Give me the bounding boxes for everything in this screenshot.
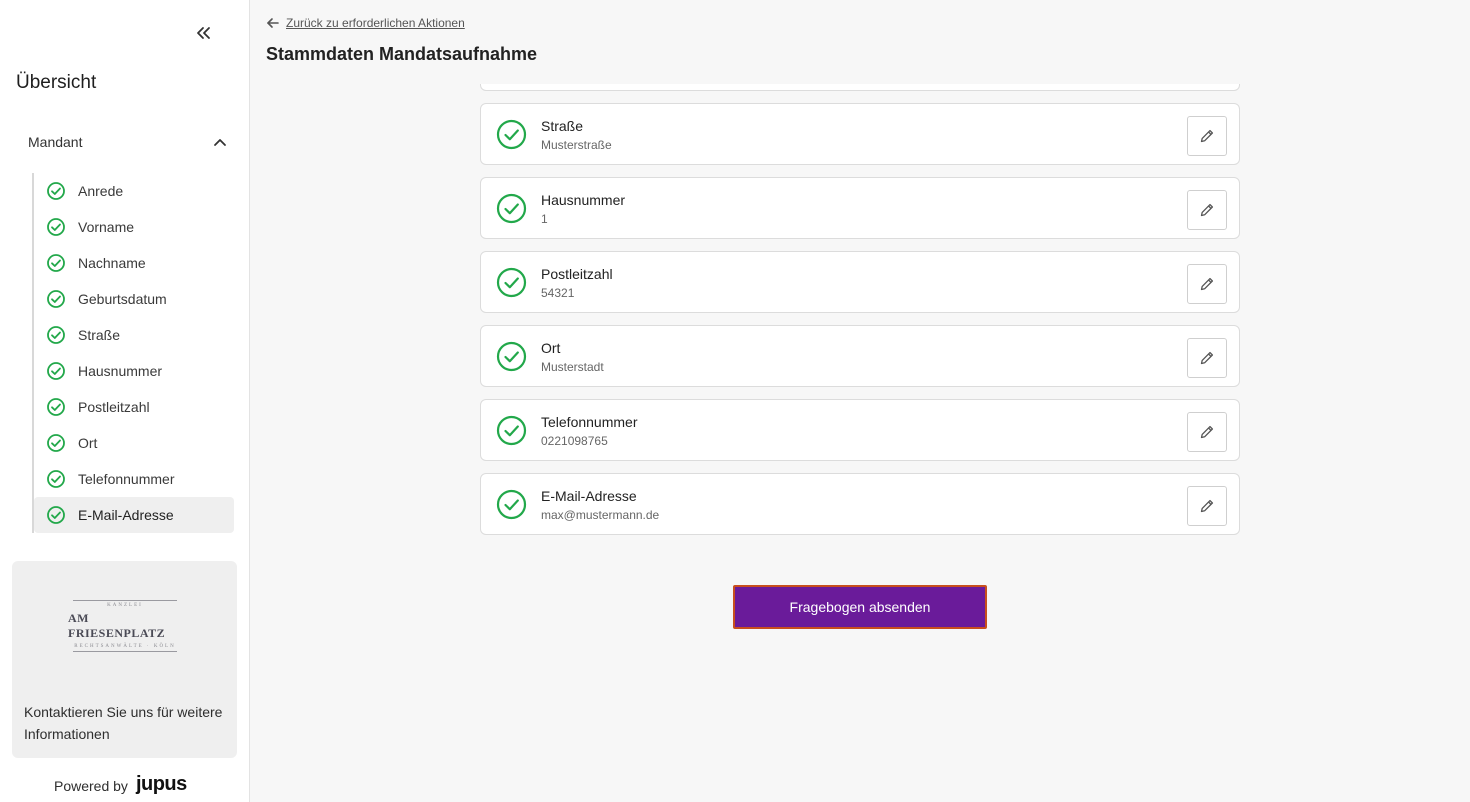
check-circle-icon — [46, 505, 66, 525]
sidebar-item-label: Postleitzahl — [78, 399, 150, 415]
sidebar-item-label: Telefonnummer — [78, 471, 175, 487]
sidebar-item[interactable]: Vorname — [34, 209, 234, 245]
check-circle-icon — [46, 253, 66, 273]
pencil-icon — [1199, 128, 1215, 144]
check-circle-icon — [46, 433, 66, 453]
field-value: Musterstraße — [541, 138, 612, 152]
powered-by: Powered by jupus — [54, 773, 187, 797]
field-card: Hausnummer 1 — [480, 177, 1240, 239]
field-value: 0221098765 — [541, 434, 608, 448]
collapse-sidebar-button[interactable] — [192, 22, 214, 44]
field-value: max@mustermann.de — [541, 508, 660, 522]
field-value: 54321 — [541, 286, 575, 300]
field-card: E-Mail-Adresse max@mustermann.de — [480, 473, 1240, 535]
sidebar-item-label: Hausnummer — [78, 363, 163, 379]
check-circle-icon — [46, 397, 66, 417]
sidebar-item[interactable]: E-Mail-Adresse — [34, 497, 234, 533]
overview-title: Übersicht — [16, 72, 97, 93]
contact-card: KANZLEI AM FRIESENPLATZ RECHTSANWÄLTE · … — [12, 561, 237, 758]
contact-text: Kontaktieren Sie uns für weitere Informa… — [24, 704, 223, 742]
field-label: E-Mail-Adresse — [541, 488, 637, 504]
sidebar-item[interactable]: Telefonnummer — [34, 461, 234, 497]
sidebar-nav: Anrede Vorname Nachname Geburtsdatum Straße H… — [32, 173, 234, 533]
edit-button[interactable] — [1187, 190, 1227, 230]
sidebar-item[interactable]: Hausnummer — [34, 353, 234, 389]
sidebar-item[interactable]: Ort — [34, 425, 234, 461]
sidebar-item-label: Anrede — [78, 183, 124, 199]
check-circle-icon — [46, 217, 66, 237]
sidebar-item-label: E-Mail-Adresse — [78, 507, 174, 523]
pencil-icon — [1199, 350, 1215, 366]
sidebar-item-label: Vorname — [78, 219, 135, 235]
edit-button[interactable] — [1187, 264, 1227, 304]
check-circle-icon — [496, 415, 527, 446]
edit-button[interactable] — [1187, 116, 1227, 156]
field-card-partial — [480, 84, 1240, 91]
check-circle-icon — [496, 341, 527, 372]
field-card-list: Straße Musterstraße Hausnummer 1 Postlei… — [480, 84, 1240, 544]
sidebar-item[interactable]: Geburtsdatum — [34, 281, 234, 317]
section-toggle-mandant[interactable]: Mandant — [16, 132, 234, 154]
back-link[interactable]: Zurück zu erforderlichen Aktionen — [266, 16, 465, 30]
pencil-icon — [1199, 202, 1215, 218]
check-circle-icon — [46, 469, 66, 489]
field-value: Musterstadt — [541, 360, 604, 374]
field-label: Straße — [541, 118, 584, 134]
field-card: Telefonnummer 0221098765 — [480, 399, 1240, 461]
field-card: Postleitzahl 54321 — [480, 251, 1240, 313]
law-firm-logo: KANZLEI AM FRIESENPLATZ RECHTSANWÄLTE · … — [68, 599, 182, 653]
double-chevron-left-icon — [197, 27, 210, 39]
page-title: Stammdaten Mandatsaufnahme — [266, 44, 538, 64]
submit-questionnaire-button[interactable]: Fragebogen absenden — [733, 585, 987, 629]
sidebar-item-label: Geburtsdatum — [78, 291, 167, 307]
field-label: Ort — [541, 340, 561, 356]
sidebar-item-label: Nachname — [78, 255, 146, 271]
field-label: Telefonnummer — [541, 414, 638, 430]
arrow-left-icon — [267, 18, 279, 28]
check-circle-icon — [46, 289, 66, 309]
field-label: Postleitzahl — [541, 266, 613, 282]
edit-button[interactable] — [1187, 412, 1227, 452]
edit-button[interactable] — [1187, 486, 1227, 526]
edit-button[interactable] — [1187, 338, 1227, 378]
sidebar-item-label: Straße — [78, 327, 121, 343]
sidebar-item[interactable]: Nachname — [34, 245, 234, 281]
section-label: Mandant — [28, 134, 83, 150]
check-circle-icon — [46, 361, 66, 381]
check-circle-icon — [496, 193, 527, 224]
field-card: Straße Musterstraße — [480, 103, 1240, 165]
sidebar-item-label: Ort — [78, 435, 98, 451]
pencil-icon — [1199, 498, 1215, 514]
field-value: 1 — [541, 212, 548, 226]
check-circle-icon — [496, 119, 527, 150]
sidebar: Übersicht Mandant Anrede Vorname Nachname G… — [0, 0, 250, 802]
chevron-up-icon — [214, 139, 226, 146]
check-circle-icon — [46, 325, 66, 345]
check-circle-icon — [496, 267, 527, 298]
jupus-logo: jupus — [135, 773, 187, 795]
sidebar-item[interactable]: Anrede — [34, 173, 234, 209]
check-circle-icon — [496, 489, 527, 520]
field-card: Ort Musterstadt — [480, 325, 1240, 387]
field-label: Hausnummer — [541, 192, 626, 208]
sidebar-item[interactable]: Straße — [34, 317, 234, 353]
powered-by-label: Powered by — [54, 777, 128, 794]
pencil-icon — [1199, 276, 1215, 292]
back-link-text: Zurück zu erforderlichen Aktionen — [286, 16, 465, 30]
sidebar-item[interactable]: Postleitzahl — [34, 389, 234, 425]
pencil-icon — [1199, 424, 1215, 440]
check-circle-icon — [46, 181, 66, 201]
